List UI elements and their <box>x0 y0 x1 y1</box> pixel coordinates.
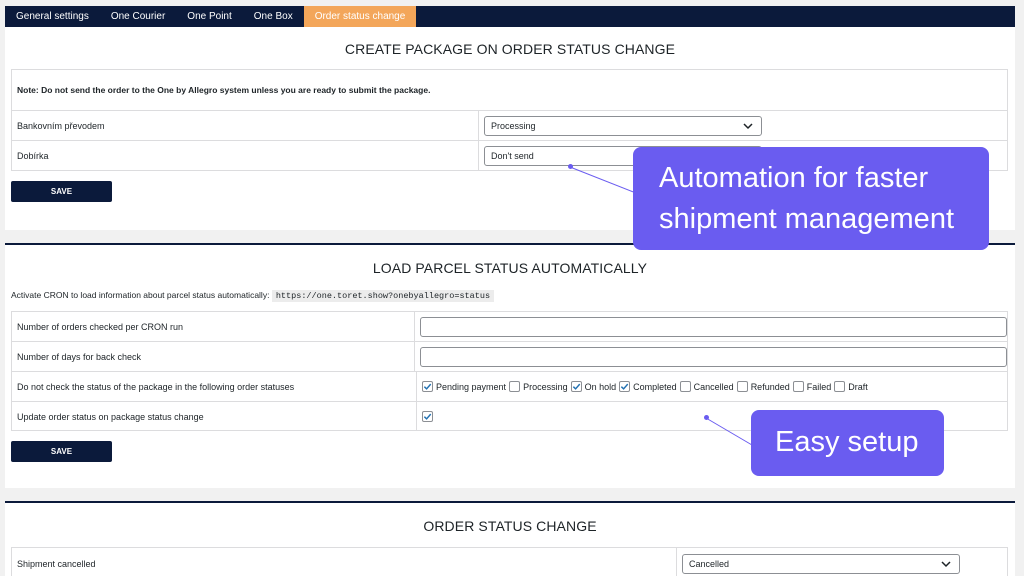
chevron-down-icon <box>743 122 753 129</box>
checkbox-label: Refunded <box>750 381 790 392</box>
select-value: Processing <box>491 120 536 131</box>
checkbox-label: Failed <box>806 381 832 392</box>
checkmark-icon <box>423 413 432 420</box>
status-checkbox[interactable]: Draft <box>834 381 868 392</box>
cron-text: Activate CRON to load information about … <box>11 290 270 300</box>
table-row: Number of days for back check <box>12 342 1007 372</box>
section-title: CREATE PACKAGE ON ORDER STATUS CHANGE <box>344 41 676 57</box>
section-title: ORDER STATUS CHANGE <box>423 518 597 534</box>
orders-per-run-label: Number of orders checked per CRON run <box>17 321 184 332</box>
tab-general-settings[interactable]: General settings <box>5 6 100 27</box>
cron-url: https://one.toret.show?onebyallegro=stat… <box>271 290 495 302</box>
checkbox[interactable] <box>619 381 631 392</box>
orders-per-run-input[interactable] <box>420 316 1007 337</box>
checkbox[interactable] <box>509 381 521 392</box>
select-value: Don't send <box>491 151 534 161</box>
bank-transfer-status-select[interactable]: Processing <box>484 115 762 136</box>
status-checkbox[interactable]: Cancelled <box>679 381 734 392</box>
status-checkbox[interactable]: Refunded <box>736 381 790 392</box>
easy-setup-callout: Easy setup <box>751 410 944 476</box>
checkbox[interactable] <box>792 381 804 392</box>
checkbox-label: Draft <box>848 381 868 392</box>
checkbox[interactable] <box>679 381 691 392</box>
checkbox-label: On hold <box>584 381 617 392</box>
status-checkbox[interactable]: On hold <box>570 381 617 392</box>
checkmark-icon <box>423 383 432 390</box>
checkmark-icon <box>620 383 629 390</box>
checkbox-label: Processing <box>523 381 568 392</box>
order-status-table: Shipment cancelled Cancelled <box>11 547 1008 576</box>
save-button[interactable]: SAVE <box>11 441 112 462</box>
days-back-label: Number of days for back check <box>17 351 142 362</box>
checkbox[interactable] <box>736 381 748 392</box>
status-checkbox[interactable]: Failed <box>792 381 832 392</box>
checkmark-icon <box>572 383 580 390</box>
tab-order-status-change[interactable]: Order status change <box>303 6 417 27</box>
checkbox-label: Cancelled <box>693 381 734 392</box>
checkbox-label: Pending payment <box>436 381 507 392</box>
cron-info: Activate CRON to load information about … <box>11 290 495 302</box>
checkbox[interactable] <box>422 381 433 392</box>
connector-dot <box>568 164 573 169</box>
table-row: Number of orders checked per CRON run <box>12 312 1007 342</box>
order-status-change-panel: ORDER STATUS CHANGE Shipment cancelled C… <box>5 501 1015 576</box>
checkbox[interactable] <box>570 381 582 392</box>
checkbox[interactable] <box>834 381 846 392</box>
table-row: Do not check the status of the package i… <box>12 372 1007 402</box>
status-checkbox[interactable]: Completed <box>619 381 677 392</box>
automation-callout: Automation for faster shipment managemen… <box>633 147 989 250</box>
shipment-cancelled-select[interactable]: Cancelled <box>682 553 960 574</box>
update-status-label: Update order status on package status ch… <box>17 411 204 422</box>
status-checkbox[interactable]: Pending payment <box>422 381 506 392</box>
payment-method-label: Bankovním převodem <box>17 120 105 131</box>
status-checkbox-group: Pending payment Processing On hold Compl… <box>416 372 1007 401</box>
select-value: Cancelled <box>689 558 730 569</box>
save-button[interactable]: SAVE <box>11 181 112 202</box>
section-title: LOAD PARCEL STATUS AUTOMATICALLY <box>372 260 648 276</box>
days-back-input[interactable] <box>420 346 1007 367</box>
connector-dot <box>704 415 709 420</box>
exclude-statuses-label: Do not check the status of the package i… <box>17 381 295 392</box>
update-status-checkbox[interactable] <box>422 411 433 422</box>
chevron-down-icon <box>941 560 951 567</box>
table-row: Bankovním převodem Processing <box>12 111 1007 141</box>
settings-tabs: General settings One Courier One Point O… <box>5 6 1015 27</box>
table-row: Shipment cancelled Cancelled <box>12 548 1007 576</box>
note-text: Note: Do not send the order to the One b… <box>17 85 431 95</box>
status-checkbox[interactable]: Processing <box>509 381 568 392</box>
tab-one-box[interactable]: One Box <box>243 6 304 27</box>
payment-method-label: Dobírka <box>17 151 49 161</box>
shipment-cancelled-label: Shipment cancelled <box>17 558 96 569</box>
tab-one-point[interactable]: One Point <box>176 6 242 27</box>
tab-one-courier[interactable]: One Courier <box>100 6 176 27</box>
checkbox-label: Completed <box>633 381 677 392</box>
note-row: Note: Do not send the order to the One b… <box>12 70 1007 111</box>
